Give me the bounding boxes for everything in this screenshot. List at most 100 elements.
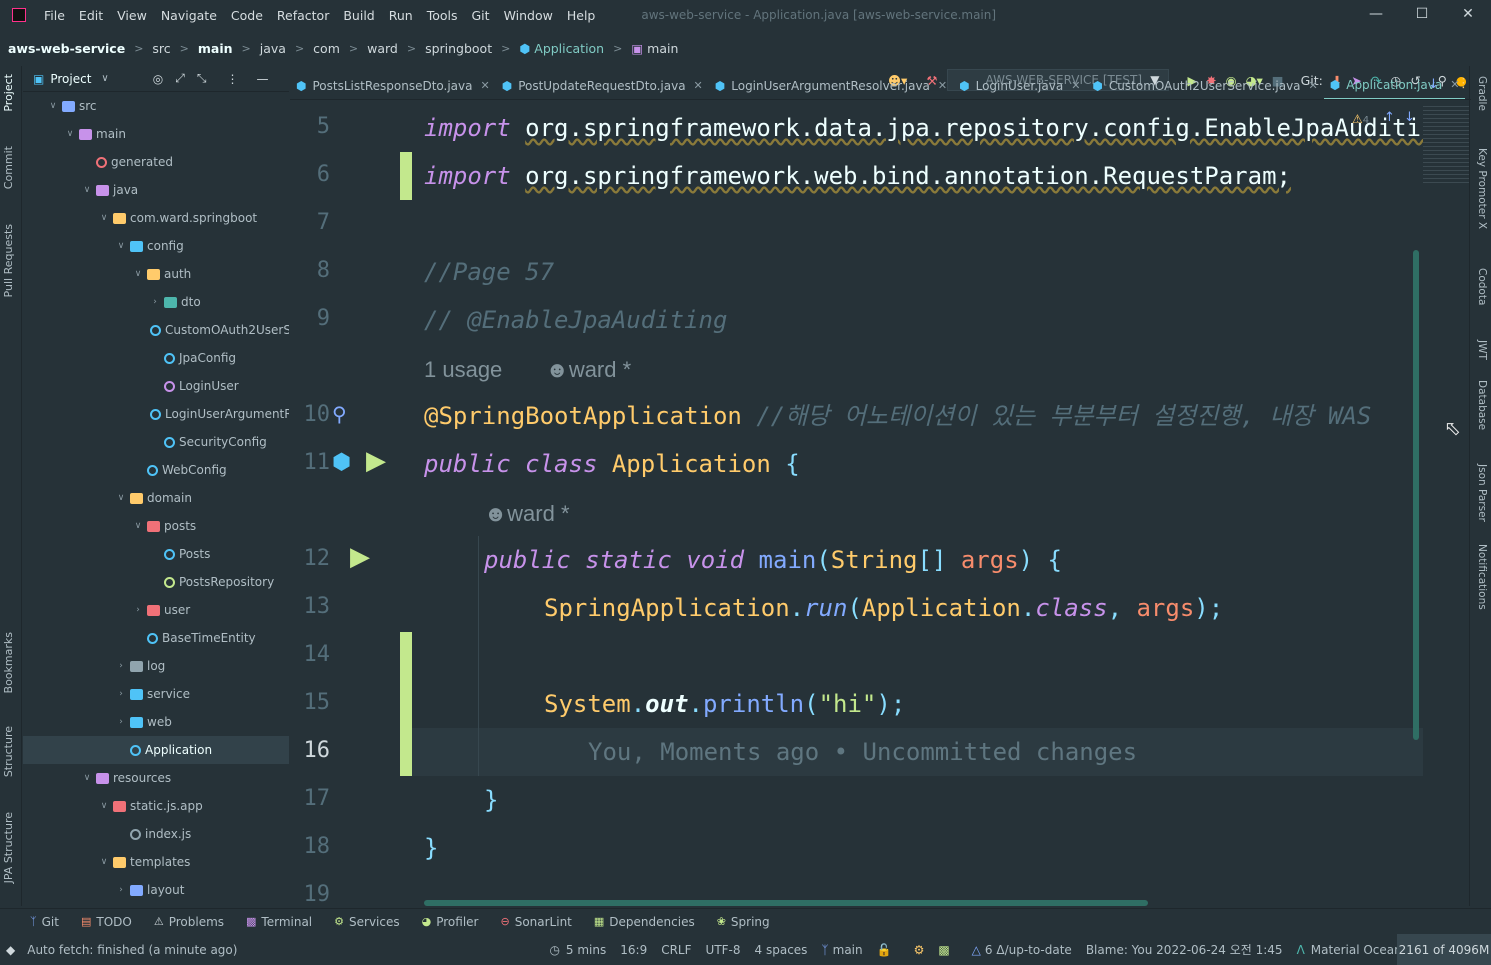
chevron-down-icon[interactable]: ∨ bbox=[80, 773, 94, 783]
tree-item[interactable]: ∨ java bbox=[23, 176, 289, 204]
editor-tab[interactable]: ⬢ Application.java ✕ bbox=[1323, 72, 1466, 99]
tree-item[interactable]: LoginUserArgumentResolver bbox=[23, 400, 289, 428]
chevron-right-icon[interactable]: › bbox=[114, 661, 128, 671]
chevron-right-icon[interactable]: › bbox=[114, 717, 128, 727]
breadcrumb-main-method[interactable]: main bbox=[647, 41, 678, 56]
tree-item[interactable]: › user bbox=[23, 596, 289, 624]
tool-tab-bookmarks[interactable]: Bookmarks bbox=[2, 632, 15, 693]
chevron-down-icon[interactable]: ∨ bbox=[131, 269, 145, 279]
status-branch[interactable]: main bbox=[833, 943, 863, 957]
tree-item[interactable]: ∨ domain bbox=[23, 484, 289, 512]
menu-run[interactable]: Run bbox=[389, 8, 413, 23]
tree-item[interactable]: index.js bbox=[23, 820, 289, 848]
chevron-down-icon[interactable]: ∨ bbox=[97, 213, 111, 223]
chevron-right-icon[interactable]: › bbox=[131, 605, 145, 615]
minimize-icon[interactable]: — bbox=[1353, 0, 1399, 28]
editor-tab[interactable]: ⬢ LoginUserArgumentResolver.java ✕ bbox=[709, 72, 953, 99]
tool-profiler[interactable]: ◕ Profiler bbox=[422, 915, 479, 929]
menu-refactor[interactable]: Refactor bbox=[277, 8, 329, 23]
breadcrumb-main[interactable]: main bbox=[198, 41, 233, 56]
breadcrumb-project[interactable]: aws-web-service bbox=[8, 41, 125, 56]
breadcrumb-application[interactable]: Application bbox=[534, 41, 604, 56]
tree-item[interactable]: › web bbox=[23, 708, 289, 736]
tree-item[interactable]: SecurityConfig bbox=[23, 428, 289, 456]
lock-icon[interactable]: 🔓 bbox=[877, 943, 892, 957]
run-gutter-icon[interactable]: ▶ bbox=[350, 542, 370, 572]
tree-item[interactable]: ∨ auth bbox=[23, 260, 289, 288]
coverage-status-icon[interactable]: ⚙ bbox=[914, 943, 925, 957]
chevron-down-icon[interactable]: ∨ bbox=[46, 101, 60, 111]
inlay-hint[interactable]: ☻ward * bbox=[484, 489, 570, 538]
collapse-all-icon[interactable]: ⤡ bbox=[197, 71, 207, 86]
tree-item[interactable]: › dto bbox=[23, 288, 289, 316]
chevron-down-icon[interactable]: ∨ bbox=[97, 857, 111, 867]
tool-tab-json-parser[interactable]: Json Parser bbox=[1476, 464, 1488, 522]
tree-item[interactable]: Posts bbox=[23, 540, 289, 568]
horizontal-scrollbar[interactable] bbox=[424, 900, 1148, 906]
status-fetch[interactable]: Auto fetch: finished (a minute ago) bbox=[27, 943, 237, 957]
breadcrumb-ward[interactable]: ward bbox=[367, 41, 398, 56]
tool-tab-structure[interactable]: Structure bbox=[2, 726, 15, 777]
menu-code[interactable]: Code bbox=[231, 8, 263, 23]
close-tab-icon[interactable]: ✕ bbox=[1309, 79, 1318, 92]
close-tab-icon[interactable]: ✕ bbox=[1071, 79, 1080, 92]
tree-item[interactable]: › service bbox=[23, 680, 289, 708]
close-tab-icon[interactable]: ✕ bbox=[694, 79, 703, 92]
chevron-down-icon[interactable]: ∨ bbox=[97, 801, 111, 811]
tree-item[interactable]: ∨ static.js.app bbox=[23, 792, 289, 820]
tool-tab-gradle[interactable]: Gradle bbox=[1476, 76, 1488, 111]
spring-bean-icon[interactable]: ⬢ bbox=[332, 450, 351, 475]
tab-options-icon[interactable]: ⋮ bbox=[1457, 76, 1470, 91]
chevron-right-icon[interactable]: › bbox=[114, 885, 128, 895]
menu-window[interactable]: Window bbox=[504, 8, 553, 23]
tree-item[interactable]: ∨ com.ward.springboot bbox=[23, 204, 289, 232]
memory-indicator[interactable]: 2161 of 4096M bbox=[1397, 934, 1491, 965]
options-icon[interactable]: ⋮ bbox=[226, 72, 238, 86]
status-indent[interactable]: 4 spaces bbox=[755, 943, 808, 957]
tree-item[interactable]: generated bbox=[23, 148, 289, 176]
editor-tab[interactable]: ⬢ CustomOAuth2UserService.java ✕ bbox=[1086, 72, 1323, 99]
vcs-change-marker[interactable] bbox=[400, 152, 412, 200]
warning-icon[interactable]: ⚠4 bbox=[1352, 112, 1369, 126]
tree-item[interactable]: Application bbox=[23, 736, 289, 764]
close-tab-icon[interactable]: ✕ bbox=[481, 79, 490, 92]
breadcrumb-com[interactable]: com bbox=[313, 41, 340, 56]
editor-tab[interactable]: ⬢ LoginUser.java ✕ bbox=[953, 72, 1086, 99]
status-blame[interactable]: Blame: You 2022-06-24 오전 1:45 bbox=[1086, 941, 1283, 958]
status-commits[interactable]: 6 Δ/up-to-date bbox=[985, 943, 1072, 957]
status-caret-position[interactable]: 16:9 bbox=[620, 943, 647, 957]
inlay-hint[interactable]: 1 usage ☻ward * bbox=[424, 345, 631, 394]
expand-all-icon[interactable]: ⤢ bbox=[175, 71, 185, 86]
vertical-scrollbar[interactable] bbox=[1413, 250, 1419, 740]
tree-item[interactable]: ∨ resources bbox=[23, 764, 289, 792]
tool-tab-jwt[interactable]: JWT bbox=[1476, 340, 1488, 360]
close-icon[interactable]: ✕ bbox=[1445, 0, 1491, 28]
prev-highlight-icon[interactable]: ↑ bbox=[1384, 110, 1395, 125]
locate-icon[interactable]: ◎ bbox=[153, 72, 163, 86]
tool-git[interactable]: ᛉ Git bbox=[30, 915, 59, 929]
tool-tab-key-promoter[interactable]: Key Promoter X bbox=[1476, 148, 1488, 229]
tool-problems[interactable]: ⚠ Problems bbox=[154, 915, 224, 929]
hide-panel-icon[interactable]: — bbox=[256, 72, 268, 86]
tool-services[interactable]: ⚙ Services bbox=[334, 915, 399, 929]
tool-tab-jpa-structure[interactable]: JPA Structure bbox=[2, 812, 15, 883]
tool-sonarlint[interactable]: ⊖ SonarLint bbox=[500, 915, 571, 929]
chevron-right-icon[interactable]: › bbox=[114, 689, 128, 699]
tree-item[interactable]: ∨ posts bbox=[23, 512, 289, 540]
project-panel-title[interactable]: Project bbox=[50, 72, 91, 86]
tool-terminal[interactable]: ▩ Terminal bbox=[246, 915, 312, 929]
vcs-change-marker[interactable] bbox=[400, 632, 412, 776]
tree-item[interactable]: LoginUser bbox=[23, 372, 289, 400]
tree-item[interactable]: WebConfig bbox=[23, 456, 289, 484]
tool-tab-project[interactable]: Project bbox=[2, 74, 15, 112]
run-gutter-icon[interactable]: ▶ bbox=[366, 446, 386, 476]
tree-item[interactable]: BaseTimeEntity bbox=[23, 624, 289, 652]
menu-view[interactable]: View bbox=[117, 8, 147, 23]
menu-help[interactable]: Help bbox=[567, 8, 596, 23]
tool-tab-codota[interactable]: Codota bbox=[1476, 268, 1488, 305]
find-usages-icon[interactable]: ⚲ bbox=[332, 402, 347, 426]
tool-dependencies[interactable]: ▦ Dependencies bbox=[594, 915, 695, 929]
chevron-right-icon[interactable]: › bbox=[148, 297, 162, 307]
editor-tab[interactable]: ⬢ PostUpdateRequestDto.java ✕ bbox=[496, 72, 709, 99]
tree-item[interactable]: ∨ config bbox=[23, 232, 289, 260]
